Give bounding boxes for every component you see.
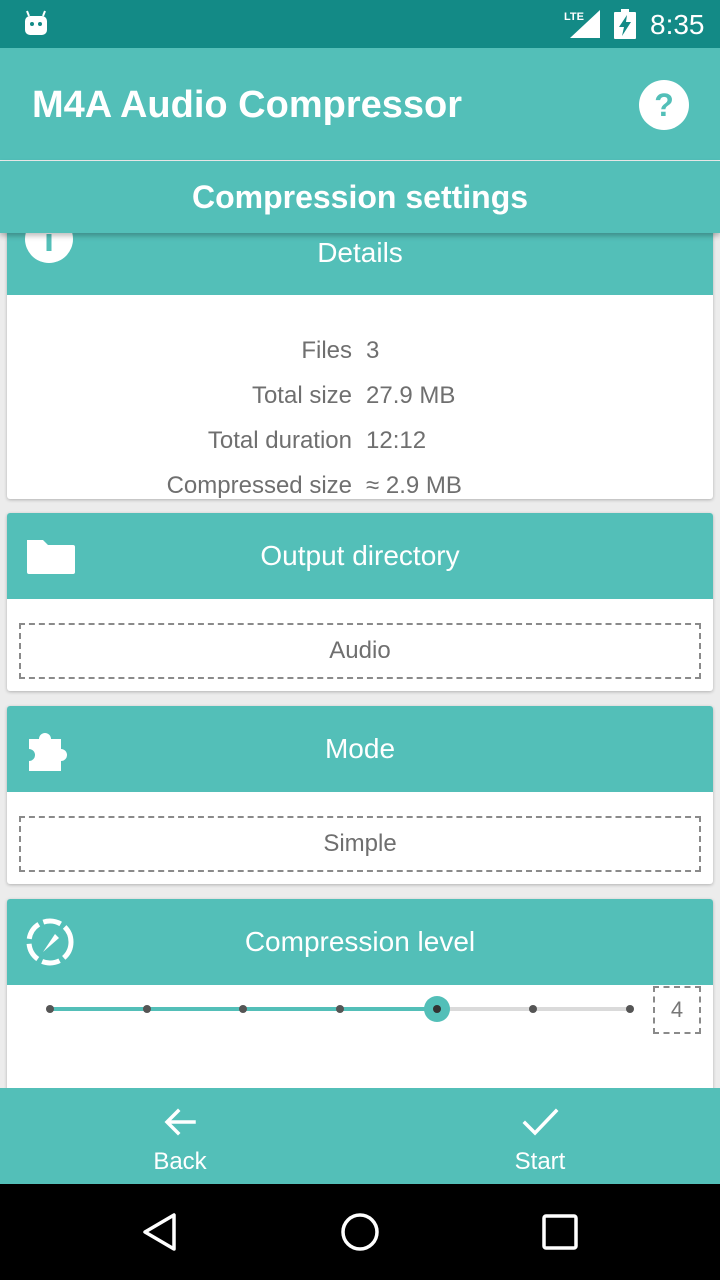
slider-tick [142, 1005, 151, 1013]
compression-level-header: Compression level [7, 899, 713, 985]
battery-charging-icon [614, 9, 636, 39]
help-circle-icon[interactable]: ? [638, 79, 690, 131]
status-bar: LTE 8:35 [0, 0, 720, 48]
detail-row-total-size: Total size 27.9 MB [7, 381, 713, 411]
settings-scroll-area[interactable]: Details Files 3 Total size 27.9 MB Total… [0, 233, 720, 1088]
mode-title: Mode [324, 733, 396, 764]
output-directory-title: Output directory [260, 540, 460, 571]
detail-value: 3 [366, 337, 380, 364]
slider-tick [239, 1005, 248, 1013]
detail-value: 12:12 [366, 427, 427, 454]
compression-level-slider[interactable] [46, 996, 634, 1022]
start-button[interactable]: Start [360, 1088, 720, 1184]
details-card-title: Details [317, 237, 403, 268]
android-icon [25, 10, 47, 35]
compression-settings-header: Compression settings [0, 161, 720, 233]
slider-tick [626, 1005, 634, 1013]
svg-text:LTE: LTE [564, 11, 584, 23]
compression-level-title: Compression level [244, 926, 476, 957]
mode-header: Mode [7, 706, 713, 792]
back-label: Back [153, 1148, 207, 1175]
compression-level-value[interactable]: 4 [653, 986, 701, 1034]
detail-value: ≈ 2.9 MB [366, 472, 462, 499]
recents-square-icon[interactable] [540, 1212, 580, 1252]
details-card-header: Details [7, 233, 713, 295]
lte-signal-icon: LTE [564, 10, 600, 38]
output-directory-field[interactable]: Audio [19, 623, 701, 679]
start-label: Start [514, 1148, 566, 1175]
detail-label: Files [301, 337, 352, 364]
output-directory-header: Output directory [7, 513, 713, 599]
detail-row-total-duration: Total duration 12:12 [7, 426, 713, 456]
section-title: Compression settings [191, 179, 529, 215]
system-nav-bar [0, 1184, 720, 1280]
check-icon [522, 1108, 559, 1136]
slider-tick [46, 1005, 54, 1013]
back-button[interactable]: Back [0, 1088, 360, 1184]
app-title: M4A Audio Compressor [32, 84, 463, 126]
svg-text:?: ? [654, 87, 674, 123]
detail-value: 27.9 MB [366, 382, 456, 409]
detail-label: Total size [251, 382, 352, 409]
back-triangle-icon[interactable] [140, 1212, 180, 1252]
output-directory-card: Output directory Audio [7, 513, 713, 691]
compression-level-card: Compression level 4 [7, 899, 713, 1088]
home-circle-icon[interactable] [340, 1212, 380, 1252]
slider-tick [336, 1005, 344, 1013]
arrow-left-icon [164, 1108, 196, 1136]
slider-thumb[interactable] [423, 996, 450, 1022]
detail-row-files: Files 3 [7, 336, 713, 366]
bottom-action-bar: Back Start [0, 1088, 720, 1184]
app-bar: M4A Audio Compressor ? [0, 48, 720, 160]
detail-label: Compressed size [166, 472, 352, 499]
detail-row-compressed-size: Compressed size ≈ 2.9 MB [7, 471, 713, 499]
slider-tick [529, 1005, 538, 1013]
mode-field[interactable]: Simple [19, 816, 701, 872]
mode-card: Mode Simple [7, 706, 713, 884]
details-card: Details Files 3 Total size 27.9 MB Total… [7, 233, 713, 499]
status-time: 8:35 [650, 9, 705, 40]
detail-label: Total duration [207, 427, 352, 454]
